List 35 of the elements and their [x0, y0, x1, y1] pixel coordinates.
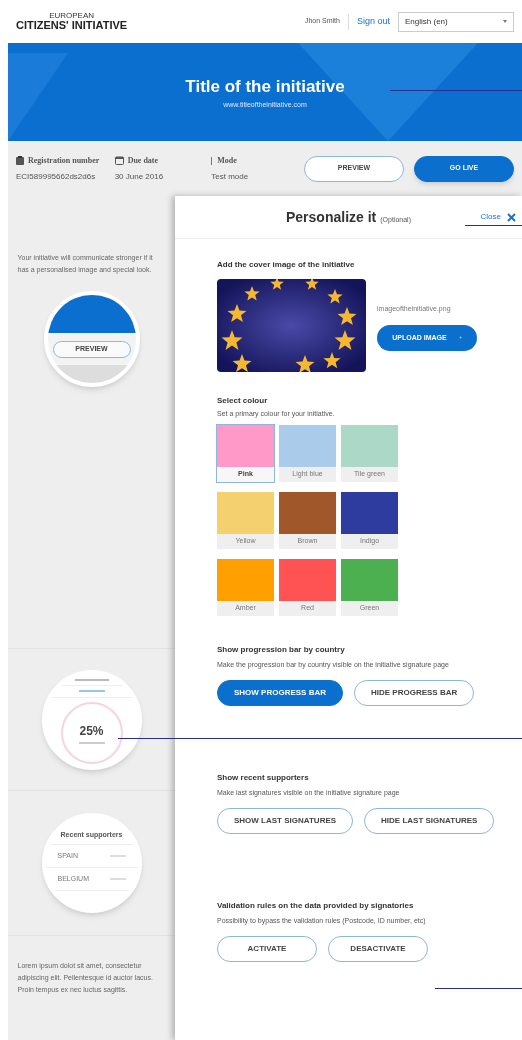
info-label: Registration number [28, 154, 100, 167]
clipboard-icon [16, 156, 24, 165]
panel-title: Personalize it [286, 207, 377, 227]
info-label: Mode [217, 154, 237, 167]
info-value: 30 June 2016 [114, 170, 165, 183]
option-button[interactable]: SHOW PROGRESS BAR [217, 679, 343, 706]
option-button[interactable]: DESACTIVATE [328, 935, 428, 962]
info-label: Due date [127, 154, 159, 167]
language-select[interactable]: English (en) [398, 11, 514, 32]
placeholder-line [78, 690, 105, 692]
logo-top-text: EUROPEAN [49, 12, 95, 20]
option-button[interactable]: HIDE PROGRESS BAR [354, 679, 475, 706]
placeholder-line [109, 878, 126, 880]
progress-percent: 25% [79, 722, 104, 740]
placeholder-line [74, 678, 109, 681]
section-title: Show progression bar by country [217, 643, 346, 656]
mode-icon [211, 156, 214, 165]
close-icon[interactable] [507, 212, 516, 222]
option-button[interactable]: ACTIVATE [217, 935, 317, 962]
option-button[interactable]: HIDE LAST SIGNATURES [364, 807, 495, 834]
close-link[interactable]: Close [480, 211, 501, 223]
logo-text: CITIZENS' INITIATIVE [16, 20, 128, 31]
info-value: Test mode [211, 170, 250, 183]
placeholder-line [109, 855, 126, 857]
section-title: Validation rules on the data provided by signatories [217, 899, 415, 912]
placeholder-line [78, 741, 105, 744]
info-value: ECI589995662ds2d6s [16, 170, 97, 183]
section-title: Show recent supporters [217, 771, 310, 784]
calendar-icon [114, 156, 124, 165]
option-button[interactable]: SHOW LAST SIGNATURES [217, 807, 354, 834]
sign-out-link[interactable]: Sign out [356, 14, 390, 29]
section-title: Add the cover image of the initiative [217, 259, 356, 271]
leader-line [465, 225, 522, 226]
initiative-title: Title of the initiative [185, 76, 345, 98]
section-title: Select colour [217, 395, 269, 407]
